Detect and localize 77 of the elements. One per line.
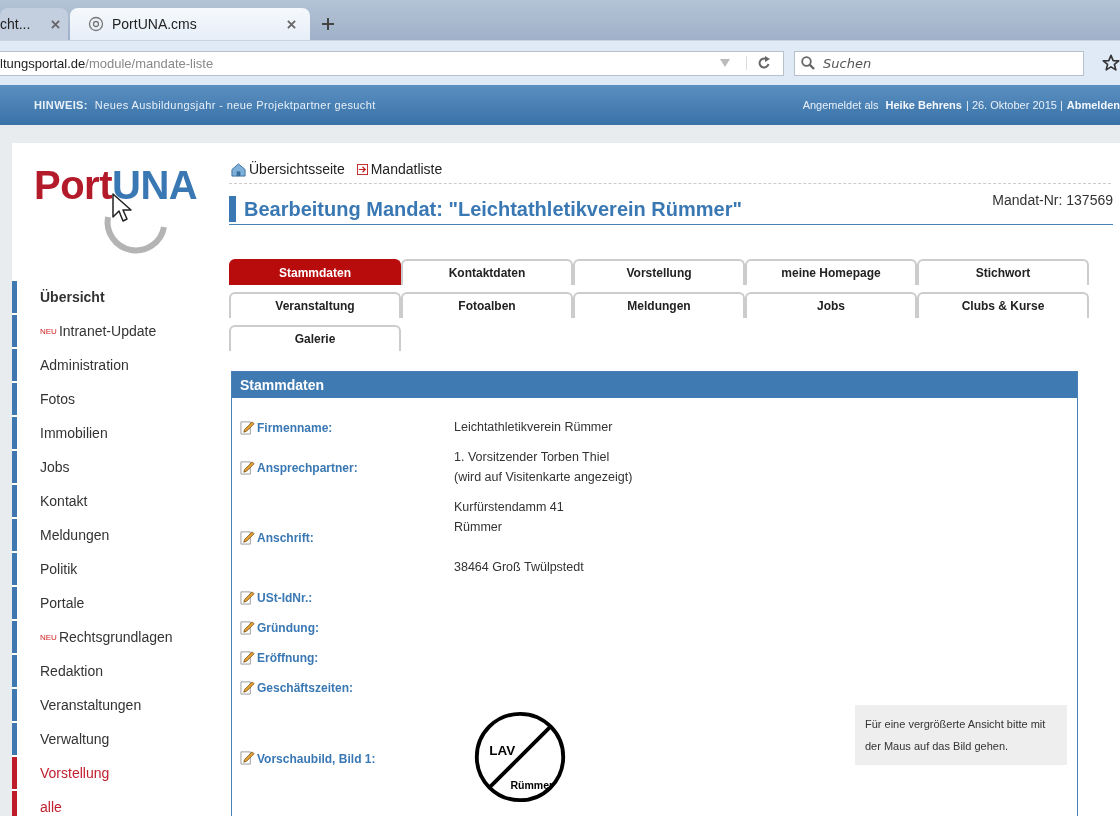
- arrow-box-icon: [356, 163, 368, 175]
- pencil-icon: [240, 529, 255, 545]
- login-info: Angemeldet als: [802, 99, 880, 111]
- house-icon: [231, 161, 246, 177]
- nav-item[interactable]: Portale: [40, 595, 85, 611]
- field-value: 38464 Groß Twülpstedt: [454, 559, 584, 576]
- notice-text: HINWEIS: Neues Ausbildungsjahr - neue Projektpartner gesucht: [34, 99, 376, 111]
- nav-item-label: Rechtsgrundlagen: [58, 629, 173, 645]
- bookmark-star-icon: [1102, 54, 1120, 72]
- tab[interactable]: Jobs: [745, 292, 917, 318]
- panel-header: Stammdaten: [232, 372, 1077, 398]
- nav-item[interactable]: Fotos: [40, 391, 75, 407]
- tab[interactable]: Fotoalben: [401, 292, 573, 318]
- tab[interactable]: Galerie: [229, 325, 401, 351]
- hint-text: Für eine vergrößerte Ansicht bitte mit der Maus auf das Bild gehen.: [855, 705, 1067, 765]
- field-label[interactable]: Geschäftszeiten:: [257, 681, 354, 695]
- field-label[interactable]: Anschrift:: [257, 531, 314, 545]
- nav-item[interactable]: Politik: [40, 561, 78, 577]
- pencil-icon: [240, 589, 255, 605]
- field-value: Kurfürstendamm 41: [454, 499, 565, 516]
- nav-item[interactable]: Jobs: [40, 459, 70, 475]
- nav-item[interactable]: Redaktion: [40, 663, 104, 679]
- pencil-icon: [240, 459, 255, 475]
- search-field[interactable]: Suchen: [794, 50, 1084, 76]
- mandate-number: Mandat-Nr: 137569: [992, 192, 1113, 208]
- field-label[interactable]: Ansprechpartner:: [257, 461, 358, 475]
- search-icon: [801, 55, 815, 70]
- field-value: (wird auf Visitenkarte angezeigt): [454, 469, 633, 486]
- pencil-icon: [240, 619, 255, 635]
- new-label: NEU: [40, 326, 57, 336]
- nav-item[interactable]: Vorstellung: [40, 765, 110, 781]
- date-text: | 26. Oktober 2015 |: [965, 99, 1063, 111]
- nav-item[interactable]: Veranstaltungen: [40, 697, 142, 713]
- page-heading: Bearbeitung Mandat: "Leichtathletikverein Rümmer": [229, 196, 742, 222]
- nav-item[interactable]: Administration: [40, 357, 129, 373]
- tab[interactable]: Clubs & Kurse: [917, 292, 1089, 318]
- globe-icon: [88, 16, 104, 32]
- nav-item[interactable]: Meldungen: [40, 527, 110, 543]
- nav-item[interactable]: Übersicht: [40, 289, 105, 305]
- tab[interactable]: Veranstaltung: [229, 292, 401, 318]
- nav-item[interactable]: Verwaltung: [40, 731, 110, 747]
- new-label: NEU: [40, 632, 57, 642]
- field-label[interactable]: Vorschaubild, Bild 1:: [257, 751, 376, 766]
- tab[interactable]: meine Homepage: [745, 259, 917, 285]
- tab[interactable]: Kontaktdaten: [401, 259, 573, 285]
- reload-icon: [746, 56, 771, 70]
- field-value: Leichtathletikverein Rümmer: [454, 419, 613, 436]
- field-label[interactable]: Gründung:: [257, 621, 319, 635]
- logo-text: PortUNA: [34, 165, 198, 205]
- field-value: 1. Vorsitzender Torben Thiel: [454, 449, 611, 466]
- pencil-icon: [240, 649, 255, 665]
- nav-item-label: Intranet-Update: [58, 323, 157, 339]
- nav-item[interactable]: alle: [40, 799, 62, 815]
- tab[interactable]: Meldungen: [573, 292, 745, 318]
- close-icon: [51, 19, 60, 29]
- nav-item[interactable]: Immobilien: [40, 425, 108, 441]
- address-field[interactable]: ltungsportal.de/module/mandate-liste: [0, 50, 784, 76]
- pencil-icon: [240, 750, 255, 765]
- user-name: Heike Behrens: [885, 99, 962, 111]
- tab[interactable]: Vorstellung: [573, 259, 745, 285]
- close-icon: [287, 19, 296, 29]
- field-label[interactable]: USt-IdNr.:: [257, 591, 313, 605]
- logout-link[interactable]: Abmelden: [1066, 99, 1120, 111]
- breadcrumb-link[interactable]: Mandatliste: [356, 161, 443, 177]
- browser-tab[interactable]: cht...: [0, 8, 68, 40]
- dropdown-icon: [720, 59, 730, 67]
- new-tab-icon: [322, 18, 334, 30]
- pencil-icon: [240, 419, 255, 435]
- browser-tab[interactable]: PortUNA.cms: [70, 8, 310, 40]
- nav-item[interactable]: Kontakt: [40, 493, 88, 509]
- tab[interactable]: Stammdaten: [229, 259, 401, 285]
- field-label[interactable]: Firmenname:: [257, 421, 333, 435]
- field-value: Rümmer: [454, 519, 503, 536]
- tab[interactable]: Stichwort: [917, 259, 1089, 285]
- field-label[interactable]: Eröffnung:: [257, 651, 319, 665]
- pencil-icon: [240, 679, 255, 695]
- breadcrumb-link[interactable]: Übersichtsseite: [231, 161, 345, 177]
